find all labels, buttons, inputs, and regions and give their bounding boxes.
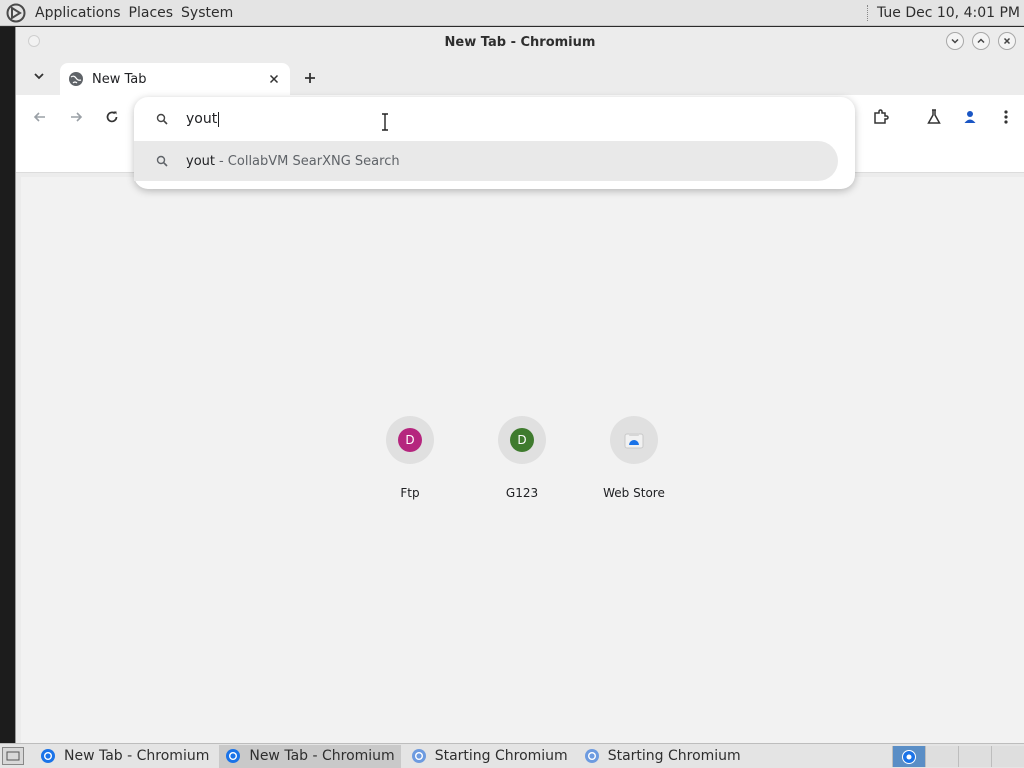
shortcut-ftp[interactable]: D Ftp (354, 416, 466, 500)
maximize-button[interactable] (972, 32, 990, 50)
show-desktop-button[interactable] (2, 747, 24, 765)
places-menu[interactable]: Places (125, 5, 178, 21)
taskbar: New Tab - Chromium New Tab - Chromium St… (0, 743, 1024, 768)
taskbar-item-label: New Tab - Chromium (64, 748, 210, 764)
taskbar-item-label: Starting Chromium (434, 748, 568, 764)
workspace-2[interactable] (925, 746, 958, 767)
menu-button[interactable] (988, 99, 1024, 135)
minimize-button[interactable] (946, 32, 964, 50)
tab-search-button[interactable] (24, 61, 54, 91)
omnibox-popup: yout yout - CollabVM SearXNG Search (134, 97, 855, 189)
suggestion-description: - CollabVM SearXNG Search (218, 153, 400, 169)
taskbar-item[interactable]: New Tab - Chromium (34, 745, 215, 768)
flask-icon (927, 109, 941, 124)
text-caret (218, 111, 220, 127)
address-input[interactable]: yout (186, 111, 220, 127)
tab-title: New Tab (92, 71, 147, 87)
taskbar-item-label: New Tab - Chromium (249, 748, 395, 764)
forward-button[interactable] (58, 99, 94, 135)
window-menu-icon[interactable] (28, 35, 40, 47)
chromium-icon (584, 749, 599, 763)
suggestion-query: yout (186, 153, 215, 169)
shortcut-favicon: D (510, 428, 534, 452)
close-icon (269, 74, 279, 84)
distro-logo-icon[interactable] (5, 2, 27, 24)
plus-icon (305, 73, 315, 83)
taskbar-item-active[interactable]: New Tab - Chromium (219, 744, 401, 768)
arrow-left-icon (33, 112, 45, 122)
chromium-icon (411, 749, 426, 763)
profile-button[interactable] (952, 99, 988, 135)
chromium-icon (226, 749, 241, 763)
more-vertical-icon (1004, 110, 1008, 124)
desktop-icon (6, 751, 20, 761)
ibeam-cursor-icon (382, 113, 388, 131)
new-tab-button[interactable] (296, 64, 324, 92)
tab-strip: New Tab (16, 57, 1024, 95)
workspace-1[interactable] (892, 746, 925, 767)
shortcut-web-store[interactable]: Web Store (578, 416, 690, 500)
new-tab-page: D Ftp D G123 Web Store (21, 177, 1024, 743)
shortcut-label: G123 (505, 486, 539, 500)
clock[interactable]: Tue Dec 10, 4:01 PM (877, 5, 1020, 21)
chromium-icon (41, 749, 55, 763)
taskbar-item-label: Starting Chromium (607, 748, 741, 764)
labs-button[interactable] (916, 99, 952, 135)
system-menu[interactable]: System (177, 5, 237, 21)
top-panel: Applications Places System Tue Dec 10, 4… (0, 0, 1024, 26)
omnibox-suggestion[interactable]: yout - CollabVM SearXNG Search (134, 141, 838, 181)
tab-close-button[interactable] (266, 71, 282, 87)
shortcut-label: Web Store (603, 486, 665, 500)
panel-separator (866, 4, 869, 21)
search-icon (156, 155, 168, 167)
taskbar-item[interactable]: Starting Chromium (405, 745, 574, 768)
applications-menu[interactable]: Applications (31, 5, 125, 21)
taskbar-item[interactable]: Starting Chromium (578, 745, 747, 768)
tab-new-tab[interactable]: New Tab (60, 63, 290, 95)
address-input-value: yout (186, 111, 218, 127)
address-bar[interactable]: yout (134, 97, 855, 141)
workspace-3[interactable] (958, 746, 991, 767)
shortcut-tile[interactable] (610, 416, 658, 464)
shortcut-tile[interactable]: D (498, 416, 546, 464)
web-store-icon (624, 433, 644, 449)
person-icon (964, 111, 976, 123)
toolbar-gap (899, 99, 916, 135)
workspace-4[interactable] (991, 746, 1024, 767)
chevron-down-icon (951, 38, 959, 44)
shortcut-tile[interactable]: D (386, 416, 434, 464)
shortcut-g123[interactable]: D G123 (466, 416, 578, 500)
extensions-button[interactable] (863, 99, 899, 135)
reload-button[interactable] (94, 99, 130, 135)
desktop-edge (0, 27, 15, 743)
title-bar[interactable]: New Tab - Chromium (16, 27, 1024, 57)
chevron-down-icon (34, 73, 44, 80)
close-icon (1003, 37, 1011, 45)
chevron-up-icon (977, 38, 985, 44)
close-window-button[interactable] (998, 32, 1016, 50)
shortcut-favicon: D (398, 428, 422, 452)
window-title: New Tab - Chromium (444, 34, 596, 50)
arrow-right-icon (71, 112, 83, 122)
globe-icon (69, 72, 83, 86)
chromium-icon (902, 749, 916, 764)
back-button[interactable] (22, 99, 58, 135)
reload-icon (106, 111, 118, 123)
shortcut-label: Ftp (400, 486, 420, 500)
search-icon (156, 113, 168, 125)
workspace-switcher (892, 746, 1024, 767)
puzzle-icon (874, 109, 889, 124)
